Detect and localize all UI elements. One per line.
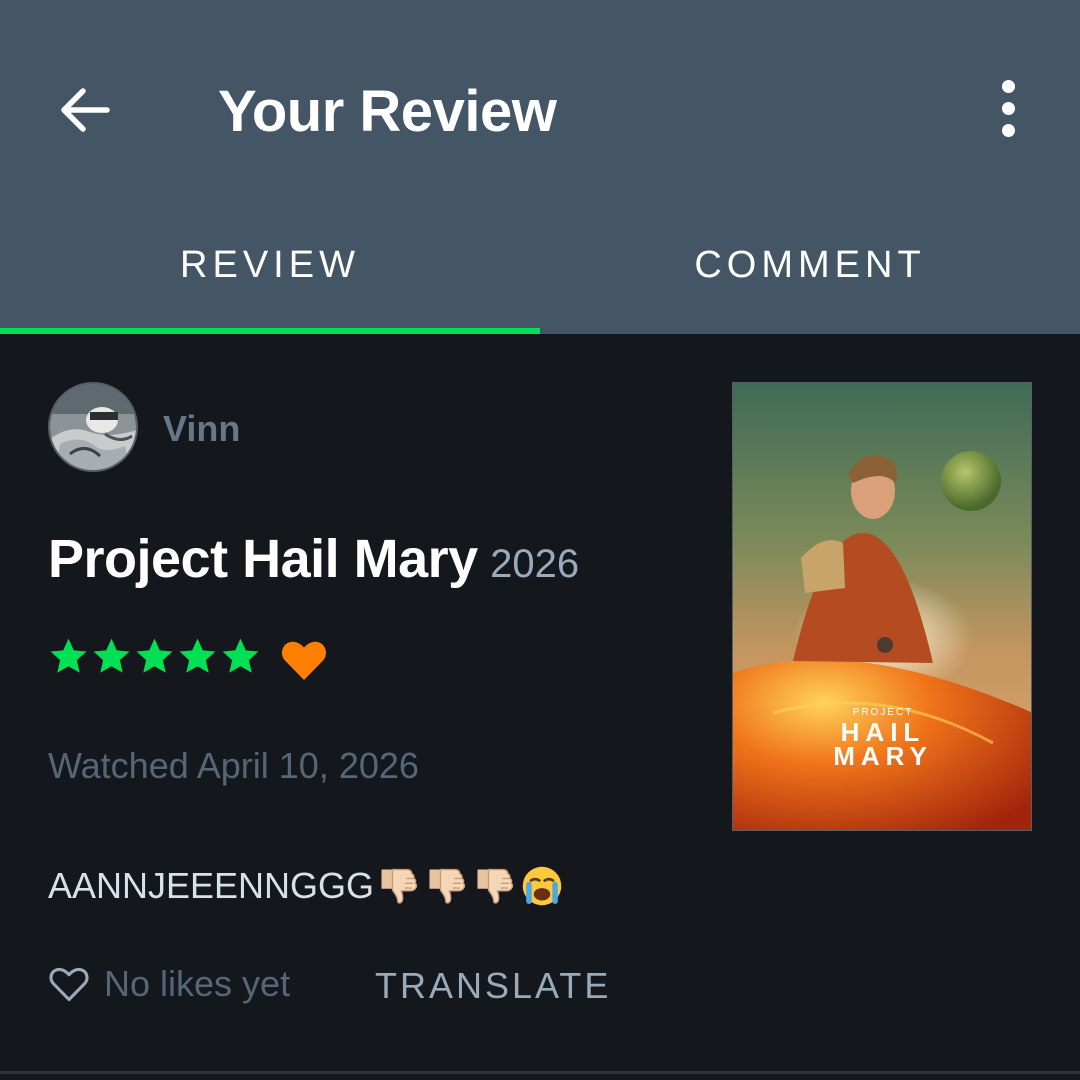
reviewer-name[interactable]: Vinn: [163, 408, 240, 450]
thumbs-down-icon: [381, 868, 418, 904]
star-rating: [48, 636, 261, 677]
star-icon: [136, 638, 173, 673]
tab-comment[interactable]: COMMENT: [540, 200, 1080, 334]
loudly-crying-face-icon: [522, 866, 562, 906]
more-vertical-icon: [1001, 79, 1015, 93]
poster-image: PROJECT HAIL MARY: [733, 383, 1031, 830]
film-title[interactable]: Project Hail Mary: [48, 529, 478, 589]
star-icon: [50, 638, 87, 673]
active-tab-indicator: [0, 328, 540, 334]
tab-bar: REVIEW COMMENT: [0, 200, 1080, 334]
tab-review[interactable]: REVIEW: [0, 200, 540, 334]
back-button[interactable]: [52, 78, 116, 142]
translate-button[interactable]: TRANSLATE: [375, 965, 611, 1007]
tab-review-label: REVIEW: [180, 243, 360, 286]
bottom-divider: [0, 1071, 1080, 1074]
star-icon: [93, 638, 130, 673]
like-review-button[interactable]: No likes yet: [48, 963, 290, 1005]
film-poster[interactable]: PROJECT HAIL MARY: [732, 382, 1032, 831]
liked-heart-icon: [282, 641, 326, 680]
avatar[interactable]: [48, 382, 138, 472]
review-text: AANNJEEENNGGG: [48, 865, 375, 906]
heart-outline-icon: [49, 967, 89, 1002]
tab-comment-label: COMMENT: [694, 243, 926, 286]
thumbs-down-icon: [477, 868, 514, 904]
back-arrow-icon: [61, 88, 110, 132]
page-title: Your Review: [218, 79, 557, 144]
review-body: AANNJEEENNGGG: [48, 864, 564, 908]
avatar-image: [50, 384, 136, 470]
watched-date: Watched April 10, 2026: [48, 745, 419, 786]
film-heading: Project Hail Mary 2026: [48, 528, 579, 590]
app-bar: Your Review: [0, 0, 1080, 200]
star-icon: [179, 638, 216, 673]
thumbs-down-icon: [429, 868, 466, 904]
poster-title-line2: MARY: [833, 741, 933, 771]
likes-count-label: No likes yet: [104, 963, 291, 1004]
star-icon: [222, 638, 259, 673]
more-options-button[interactable]: [984, 76, 1032, 140]
film-year: 2026: [490, 542, 580, 586]
